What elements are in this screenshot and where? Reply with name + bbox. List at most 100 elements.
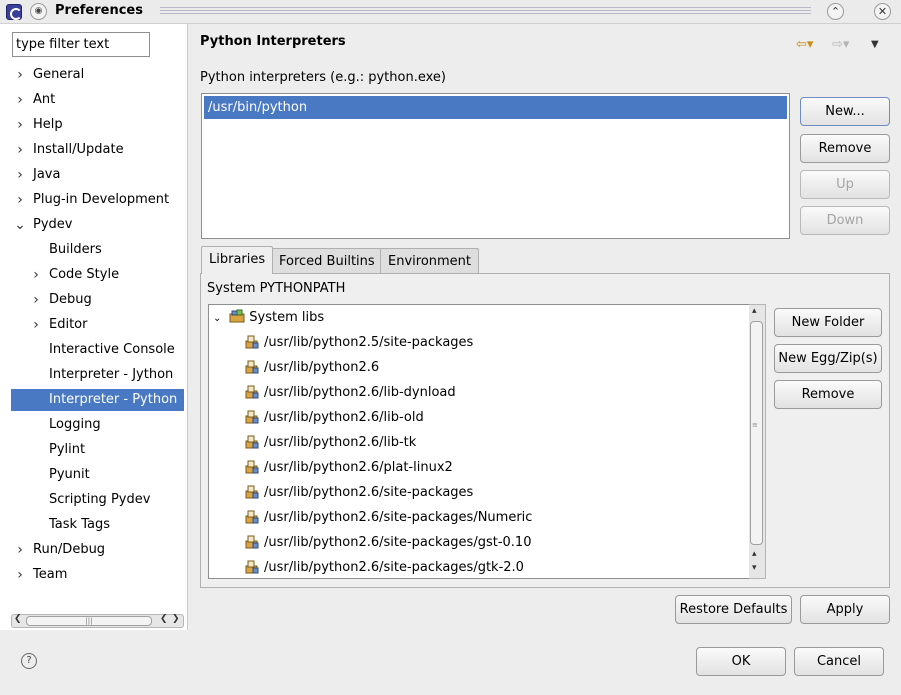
libraries-vertical-scrollbar[interactable]: ▴ ≡ ▴ ▾ [749,304,766,579]
expand-icon[interactable]: › [14,139,26,161]
library-path-item[interactable]: /usr/lib/python2.6/lib-dynload [245,380,456,405]
tree-item-label: Pylint [49,442,86,457]
interpreter-row[interactable]: /usr/bin/python [204,96,787,119]
expand-icon[interactable]: › [14,114,26,136]
tree-item-label: Interpreter - Jython [49,367,174,382]
window-menu-icon[interactable]: ◉ [30,3,47,20]
tree-horizontal-scrollbar[interactable]: ❮ ||| ❮ ❯ [11,614,184,628]
expand-icon[interactable]: › [30,314,42,336]
expand-icon[interactable]: › [14,64,26,86]
library-path-item[interactable]: /usr/lib/python2.6/site-packages/gtk-2.0 [245,555,524,578]
library-path-item[interactable]: /usr/lib/python2.6 [245,355,379,380]
new-folder-button[interactable]: New Folder [774,308,882,337]
library-path-label: /usr/lib/python2.6/lib-tk [264,435,417,450]
tree-item[interactable]: Builders [0,239,188,261]
tab-libraries[interactable]: Libraries [201,246,274,274]
tree-item-label: Logging [49,417,101,432]
tree-item[interactable]: Logging [0,414,188,436]
forward-nav-icon[interactable]: ⇨▾ [832,37,849,52]
tree-item[interactable]: Task Tags [0,514,188,536]
library-path-item[interactable]: /usr/lib/python2.6/site-packages [245,480,473,505]
library-path-item[interactable]: /usr/lib/python2.6/site-packages/gst-0.1… [245,530,531,555]
help-icon[interactable]: ? [21,653,37,669]
scroll-right-icon[interactable]: ❯ [172,614,180,624]
expand-icon[interactable]: › [14,89,26,111]
tree-item[interactable]: › Ant [0,89,188,111]
libraries-tree[interactable]: ⌄ System libs /usr/lib/python2.5/site-pa… [208,304,766,579]
scroll-down-icon[interactable]: ▾ [752,563,757,573]
library-path-label: /usr/lib/python2.6/site-packages/Numeric [264,510,533,525]
tree-item[interactable]: › Plug-in Development [0,189,188,211]
jar-icon [245,410,259,424]
new-interpreter-button[interactable]: New... [800,97,890,126]
jar-icon [245,535,259,549]
up-button[interactable]: Up [800,170,890,199]
remove-interpreter-button[interactable]: Remove [800,134,890,163]
library-path-label: /usr/lib/python2.6/lib-old [264,410,424,425]
scroll-left-icon[interactable]: ❮ [14,614,22,624]
new-egg-zip-button[interactable]: New Egg/Zip(s) [774,344,882,373]
tree-item[interactable]: ⌄ Pydev [0,214,188,236]
library-path-label: /usr/lib/python2.6/site-packages/gtk-2.0 [264,560,524,575]
tab-forced-builtins[interactable]: Forced Builtins [271,248,383,274]
tree-item[interactable]: › Help [0,114,188,136]
expand-icon[interactable]: › [14,189,26,211]
tree-item[interactable]: › Install/Update [0,139,188,161]
remove-library-button[interactable]: Remove [774,380,882,409]
interpreters-list[interactable]: /usr/bin/python [201,93,790,239]
title-bar-decoration [160,7,811,16]
tree-item[interactable]: Pylint [0,439,188,461]
library-folder-icon [229,309,245,323]
expand-icon[interactable]: › [30,289,42,311]
expand-icon[interactable]: › [14,564,26,586]
tree-item-label: Help [33,117,63,132]
expand-icon[interactable]: › [14,164,26,186]
collapse-icon[interactable]: ⌄ [213,306,225,331]
tree-item[interactable]: › General [0,64,188,86]
library-path-label: /usr/lib/python2.6/site-packages/gst-0.1… [264,535,532,550]
scrollbar-thumb[interactable] [750,321,763,545]
collapse-icon[interactable]: ⌄ [14,214,26,236]
tab-environment[interactable]: Environment [380,248,480,274]
down-button[interactable]: Down [800,206,890,235]
library-path-item[interactable]: /usr/lib/python2.6/lib-old [245,405,424,430]
library-path-label: /usr/lib/python2.6/plat-linux2 [264,460,453,475]
close-icon[interactable]: ✕ [874,3,891,20]
scroll-left-icon-2[interactable]: ❮ [160,614,168,624]
library-path-item[interactable]: /usr/lib/python2.6/lib-tk [245,430,416,455]
tree-item[interactable]: › Java [0,164,188,186]
tree-item[interactable]: Interpreter - Jython [0,364,188,386]
scrollbar-thumb[interactable]: ||| [26,616,152,626]
view-menu-icon[interactable]: ▼ [871,39,879,50]
tree-item[interactable]: Scripting Pydev [0,489,188,511]
tree-item[interactable]: › Team [0,564,188,586]
restore-defaults-button[interactable]: Restore Defaults [675,595,792,624]
jar-icon [245,510,259,524]
library-path-item[interactable]: /usr/lib/python2.6/site-packages/Numeric [245,505,532,530]
tree-item-label: Debug [49,292,92,307]
scroll-up-icon-2[interactable]: ▴ [752,549,757,559]
library-path-label: /usr/lib/python2.6 [264,360,380,375]
filter-input[interactable] [12,32,150,57]
expand-icon[interactable]: › [30,264,42,286]
library-path-label: /usr/lib/python2.5/site-packages [264,335,474,350]
apply-button[interactable]: Apply [800,595,890,624]
library-path-item[interactable]: /usr/lib/python2.6/plat-linux2 [245,455,453,480]
jar-icon [245,335,259,349]
tree-item[interactable]: › Debug [0,289,188,311]
tree-item[interactable]: Pyunit [0,464,188,486]
ok-button[interactable]: OK [696,647,786,676]
minimize-icon[interactable]: ⌃ [827,3,844,20]
back-nav-icon[interactable]: ⇦▾ [796,37,813,52]
cancel-button[interactable]: Cancel [794,647,884,676]
system-libs-node[interactable]: ⌄ System libs [213,305,324,330]
tree-item[interactable]: › Editor [0,314,188,336]
expand-icon[interactable]: › [14,539,26,561]
library-path-item[interactable]: /usr/lib/python2.5/site-packages [245,330,473,355]
tree-item[interactable]: Interactive Console [0,339,188,361]
tree-item[interactable]: › Run/Debug [0,539,188,561]
scroll-up-icon[interactable]: ▴ [752,306,757,316]
tree-item[interactable]: › Code Style [0,264,188,286]
tree-item-label: Pyunit [49,467,90,482]
tree-item[interactable]: Interpreter - Python [11,389,184,411]
